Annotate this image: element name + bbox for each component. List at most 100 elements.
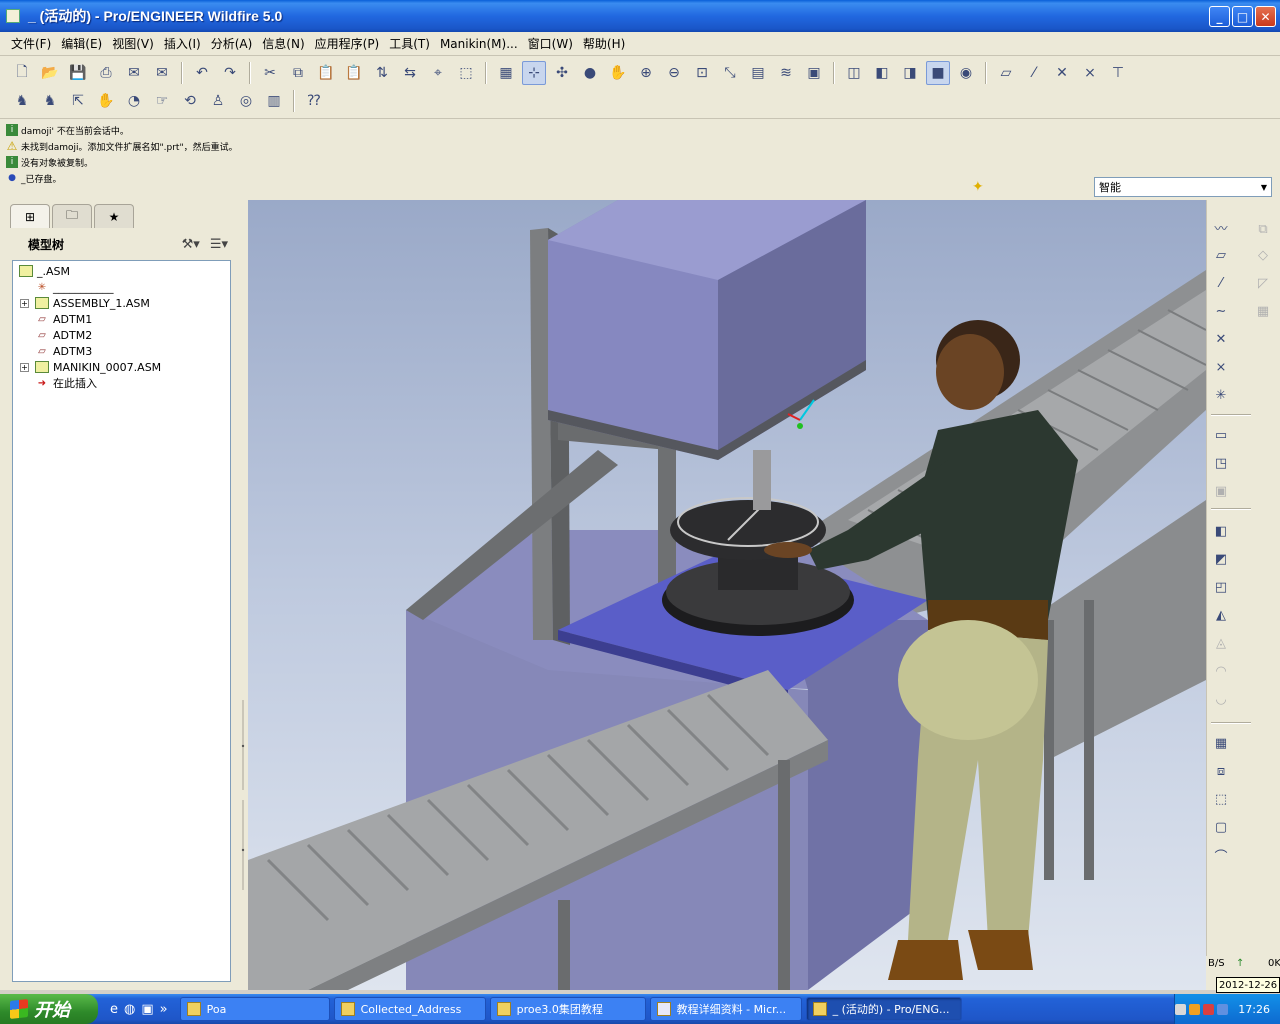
extrude-icon[interactable]: ◧ [1209,520,1233,542]
shell-icon[interactable]: ◬ [1209,632,1233,654]
manikin-insert-icon[interactable]: ♞ [10,89,34,113]
lightbulb-icon[interactable]: ✦ [972,179,984,195]
menu-edit[interactable]: 编辑(E) [56,35,107,52]
tree-node[interactable]: ▱ ADTM1 [35,311,92,327]
pattern-icon[interactable]: ▦ [1209,732,1233,754]
start-button[interactable]: 开始 [0,994,98,1024]
tree-node[interactable]: ➜ 在此插入 [35,375,97,391]
selection-filter[interactable]: 智能 ▼ [1094,177,1272,197]
manikin-pointing-icon[interactable]: ☞ [150,89,174,113]
round-icon[interactable]: ◠ [1209,660,1233,682]
print-icon[interactable]: ⎙ [94,61,118,85]
cut-icon[interactable]: ✂ [258,61,282,85]
tray-security-icon[interactable] [1203,1003,1215,1015]
shading-icon[interactable]: ■ [926,61,950,85]
datum-points-icon[interactable]: ✕ [1050,61,1074,85]
media-icon[interactable]: ▣ [141,1002,153,1017]
spin-center-icon[interactable]: ⊹ [522,61,546,85]
tree-node[interactable]: ASSEMBLY_1.ASM [35,295,150,311]
model-tree-tab-icon[interactable]: ⊞ [10,204,50,228]
menu-file[interactable]: 文件(F) [6,35,56,52]
taskbar-item-active[interactable]: _ (活动的) - Pro/ENG... [805,997,962,1021]
shade-icon[interactable]: ● [578,61,602,85]
chevron-right-icon[interactable]: » [160,1002,168,1017]
mirror-icon[interactable]: ⧈ [1209,760,1233,782]
hidden-line-icon[interactable]: ◧ [870,61,894,85]
view-manager-icon[interactable]: ▤ [746,61,770,85]
paste-special-icon[interactable]: 📋 [342,61,366,85]
undo-icon[interactable]: ↶ [190,61,214,85]
graphics-window[interactable] [248,200,1206,990]
tray-app-icon[interactable] [1189,1003,1201,1015]
refit-icon[interactable]: ⊡ [690,61,714,85]
zoom-out-icon[interactable]: ⊖ [662,61,686,85]
context-help-icon[interactable]: ⁇ [302,89,326,113]
menu-view[interactable]: 视图(V) [107,35,159,52]
tray-network-icon[interactable] [1217,1003,1229,1015]
tree-expand-icon[interactable]: + [20,299,29,308]
menu-applications[interactable]: 应用程序(P) [310,35,385,52]
datum-curve-tool-icon[interactable]: ∼ [1209,300,1233,322]
wireframe-icon[interactable]: ◫ [842,61,866,85]
taskbar-item[interactable]: Collected_Address [333,997,486,1021]
email-icon[interactable]: ✉ [122,61,146,85]
taskbar-item[interactable]: 教程详细资料 - Micr... [649,997,802,1021]
maximize-button[interactable]: □ [1232,6,1253,27]
reorient-icon[interactable]: ⤡ [718,61,742,85]
sweep-icon[interactable]: ◰ [1209,576,1233,598]
close-button[interactable]: ✕ [1255,6,1276,27]
paste-icon[interactable]: 📋 [314,61,338,85]
taskbar-item[interactable]: proe3.0集团教程 [489,997,646,1021]
clock[interactable]: 17:26 [1238,1003,1270,1016]
pan-icon[interactable]: ✋ [606,61,630,85]
email-link-icon[interactable]: ✉ [150,61,174,85]
manikin-analysis-icon[interactable]: ♙ [206,89,230,113]
tree-node[interactable]: ▱ ADTM2 [35,327,92,343]
manikin-posture-icon[interactable]: ♞ [38,89,62,113]
find-icon[interactable]: ⌖ [426,61,450,85]
hole-icon[interactable]: ◭ [1209,604,1233,626]
datum-axis-tool-icon[interactable]: ⁄ [1209,272,1233,294]
minimize-button[interactable]: _ [1209,6,1230,27]
select-box-icon[interactable]: ⬚ [454,61,478,85]
panel-splitter[interactable] [240,700,246,890]
tray-expand-icon[interactable] [1175,1003,1187,1015]
package-icon[interactable]: ▣ [1209,480,1233,502]
menu-window[interactable]: 窗口(W) [523,35,578,52]
annotation-icon[interactable]: ⊤ [1106,61,1130,85]
assemble-icon[interactable]: ▭ [1209,424,1233,446]
menu-info[interactable]: 信息(N) [257,35,309,52]
grid-icon[interactable]: ▦ [1251,300,1275,322]
menu-help[interactable]: 帮助(H) [578,35,630,52]
menu-insert[interactable]: 插入(I) [159,35,206,52]
thicken-icon[interactable]: ⌒ [1209,844,1233,866]
regenerate-icon[interactable]: ⇅ [370,61,394,85]
mirror-geometry-icon[interactable]: ⧉ [1251,218,1275,240]
manikin-grasp-icon[interactable]: ✋ [94,89,118,113]
saved-views-icon[interactable]: ▣ [802,61,826,85]
tree-node[interactable]: ✳ ___________ [35,279,114,295]
datum-plane-tool-icon[interactable]: ▱ [1209,244,1233,266]
tree-node[interactable]: _.ASM [19,263,70,279]
tree-node[interactable]: MANIKIN_0007.ASM [35,359,161,375]
manikin-report-icon[interactable]: ▥ [262,89,286,113]
tree-node[interactable]: ▱ ADTM3 [35,343,92,359]
copy-icon[interactable]: ⧉ [286,61,310,85]
manikin-vision-icon[interactable]: ◔ [122,89,146,113]
datum-planes-icon[interactable]: ▱ [994,61,1018,85]
no-hidden-icon[interactable]: ◨ [898,61,922,85]
move-icon[interactable]: ◸ [1251,272,1275,294]
folder-browser-tab-icon[interactable]: 🗀 [52,204,92,228]
revolve-icon[interactable]: ◩ [1209,548,1233,570]
app-quicklaunch-icon[interactable]: ◍ [124,1002,135,1017]
menu-manikin[interactable]: Manikin(M)... [435,37,523,51]
taskbar-item[interactable]: Poa [179,997,330,1021]
ie-icon[interactable]: e [110,1002,118,1017]
open-icon[interactable]: 📂 [38,61,62,85]
orient-icon[interactable]: ✣ [550,61,574,85]
tree-expand-icon[interactable]: + [20,363,29,372]
manikin-view-icon[interactable]: ◎ [234,89,258,113]
repaint-icon[interactable]: ▦ [494,61,518,85]
datum-offset-point-icon[interactable]: ⨯ [1209,356,1233,378]
menu-analysis[interactable]: 分析(A) [206,35,258,52]
